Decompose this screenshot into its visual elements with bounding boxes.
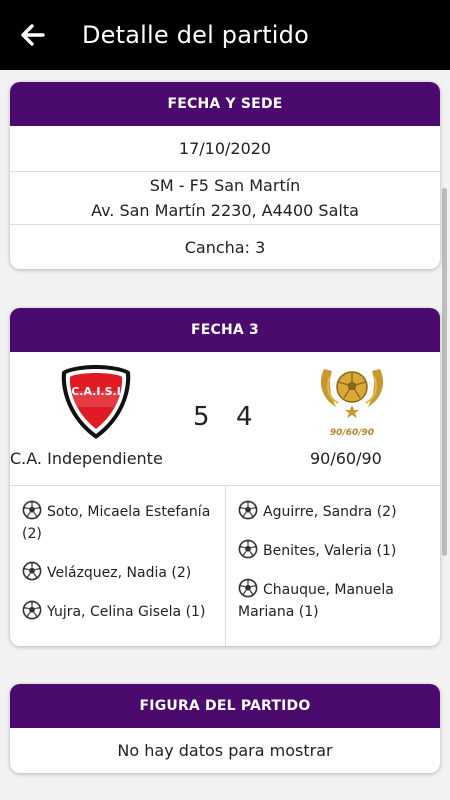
venue-card: FECHA Y SEDE 17/10/2020 SM - F5 San Mart… xyxy=(10,82,440,269)
home-team-name: C.A. Independiente xyxy=(10,449,163,468)
scrollbar[interactable] xyxy=(442,188,447,556)
scorer-item: Velázquez, Nadia (2) xyxy=(22,561,217,584)
figure-card-title: FIGURA DEL PARTIDO xyxy=(10,684,440,728)
home-scorers-list: Soto, Micaela Estefanía (2) Velázquez, N… xyxy=(10,486,225,646)
back-button[interactable] xyxy=(16,19,48,51)
away-team-name: 90/60/90 xyxy=(310,449,382,468)
page-title: Detalle del partido xyxy=(82,21,309,49)
away-scorers-list: Aguirre, Sandra (2) Benites, Valeria (1)… xyxy=(225,486,440,646)
home-team-crest-icon: C.A.I.S.I xyxy=(61,365,131,439)
away-score: 4 xyxy=(236,402,253,432)
scorer-name: Chauque, Manuela Mariana (1) xyxy=(238,582,394,620)
scorer-name: Velázquez, Nadia (2) xyxy=(47,565,192,581)
match-card: FECHA 3 C.A.I.S.I 5 4 90/60/90 C.A. Inde… xyxy=(10,308,440,646)
match-summary: C.A.I.S.I 5 4 90/60/90 C.A. Independient… xyxy=(10,352,440,485)
venue-card-title: FECHA Y SEDE xyxy=(10,82,440,126)
soccer-ball-icon xyxy=(22,561,42,581)
soccer-ball-icon xyxy=(22,600,42,620)
figure-card: FIGURA DEL PARTIDO No hay datos para mos… xyxy=(10,684,440,773)
scorer-name: Soto, Micaela Estefanía (2) xyxy=(22,504,211,542)
scorers-section: Soto, Micaela Estefanía (2) Velázquez, N… xyxy=(10,485,440,646)
scorer-name: Aguirre, Sandra (2) xyxy=(263,504,397,520)
scorer-item: Chauque, Manuela Mariana (1) xyxy=(238,578,432,623)
scorer-name: Benites, Valeria (1) xyxy=(263,543,397,559)
venue-name: SM - F5 San Martín xyxy=(149,176,301,195)
scorer-item: Soto, Micaela Estefanía (2) xyxy=(22,500,217,545)
venue-address: Av. San Martín 2230, A4400 Salta xyxy=(91,201,359,220)
match-date: 17/10/2020 xyxy=(178,139,272,158)
app-bar: Detalle del partido xyxy=(0,0,450,70)
away-team-crest-icon: 90/60/90 xyxy=(320,369,384,438)
svg-text:90/60/90: 90/60/90 xyxy=(330,428,374,438)
empty-state-text: No hay datos para mostrar xyxy=(117,741,333,760)
soccer-ball-icon xyxy=(22,500,42,520)
soccer-ball-icon xyxy=(238,539,258,559)
soccer-ball-icon xyxy=(238,500,258,520)
svg-text:C.A.I.S.I: C.A.I.S.I xyxy=(71,385,121,398)
soccer-ball-icon xyxy=(238,578,258,598)
scorer-item: Yujra, Celina Gisela (1) xyxy=(22,600,217,623)
match-card-title: FECHA 3 xyxy=(10,308,440,352)
scorer-item: Aguirre, Sandra (2) xyxy=(238,500,432,523)
field-number: Cancha: 3 xyxy=(10,224,440,269)
arrow-left-icon xyxy=(21,24,45,46)
scroll-content[interactable]: FECHA Y SEDE 17/10/2020 SM - F5 San Mart… xyxy=(0,70,450,800)
scorer-item: Benites, Valeria (1) xyxy=(238,539,432,562)
scorer-name: Yujra, Celina Gisela (1) xyxy=(47,604,206,620)
home-score: 5 xyxy=(193,402,210,432)
venue-info: SM - F5 San Martín Av. San Martín 2230, … xyxy=(10,171,440,224)
